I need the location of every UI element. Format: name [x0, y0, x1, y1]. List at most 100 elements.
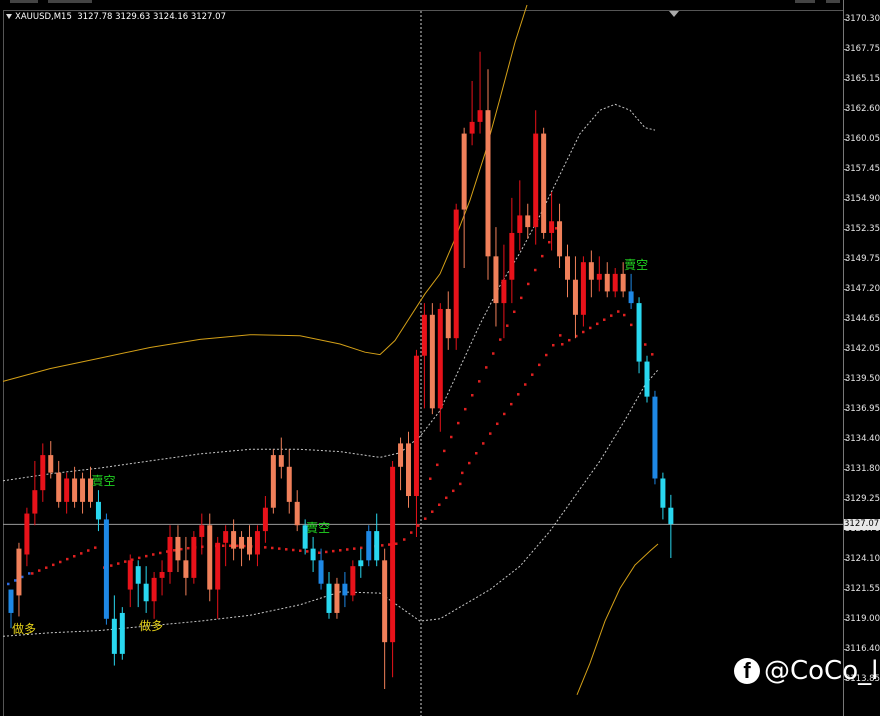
candle-body: [135, 566, 141, 584]
candle-body: [294, 501, 300, 526]
sar-dot: [475, 451, 478, 455]
sar-dot: [450, 435, 453, 439]
sar-dot: [548, 240, 551, 244]
candle-body: [159, 572, 165, 578]
price-axis-label: 3121.55: [844, 583, 880, 594]
sar-dot: [264, 546, 267, 549]
sar-dot: [589, 326, 592, 330]
sar-dot: [292, 548, 295, 552]
candle-body: [223, 531, 229, 543]
candle-body: [644, 361, 650, 397]
lower-band-line: [576, 543, 659, 695]
candle-body: [533, 133, 539, 228]
sar-dot: [538, 363, 541, 367]
price-axis[interactable]: 3170.30 3167.75 3165.15 3162.60 3160.05 3157.…: [843, 0, 880, 716]
candle-body: [286, 466, 292, 502]
sar-dot: [38, 569, 41, 572]
candle-body: [437, 308, 443, 409]
price-axis-label: 3160.05: [844, 133, 880, 144]
ohlc-values: 3127.78 3129.63 3124.16 3127.07: [77, 12, 226, 22]
sar-dot: [552, 343, 555, 347]
sar-dot: [145, 554, 148, 558]
sar-dot: [87, 549, 90, 552]
price-axis-tick: [844, 228, 847, 230]
price-axis-tick: [844, 318, 847, 320]
candle-body: [16, 548, 22, 596]
sar-dot: [59, 560, 62, 564]
sar-dot: [561, 343, 564, 346]
candle-body: [56, 472, 62, 502]
price-axis-tick: [844, 289, 847, 291]
candle-body: [80, 478, 86, 502]
candle-body: [278, 455, 284, 467]
candle-body: [64, 478, 70, 502]
price-chart[interactable]: [0, 0, 843, 716]
candle-body: [604, 273, 610, 292]
candle-body: [334, 583, 340, 613]
sar-dot: [159, 551, 162, 555]
chart-window[interactable]: XAUUSD,M15 3127.78 3129.63 3124.16 3127.…: [0, 0, 880, 716]
sar-dot: [80, 552, 83, 555]
sell-signal-label: 賣空: [624, 257, 649, 272]
price-axis-tick: [844, 379, 847, 381]
current-price-label: 3127.07: [844, 519, 880, 531]
candle-body: [557, 221, 563, 257]
sar-dot: [299, 549, 302, 552]
sar-dot: [623, 313, 626, 317]
symbol-name: XAUUSD,M15: [15, 12, 72, 22]
sar-dot: [503, 412, 506, 416]
price-axis-tick: [844, 259, 847, 261]
price-axis-tick: [844, 199, 847, 201]
candle-body: [358, 560, 364, 567]
sar-dot: [424, 517, 427, 520]
sar-dot: [617, 310, 620, 313]
candle-body: [382, 560, 388, 643]
sar-dot: [471, 394, 474, 397]
candle-body: [429, 314, 435, 409]
price-axis-label: 3165.15: [844, 74, 880, 85]
candle-body: [628, 291, 634, 304]
sar-dot: [510, 402, 513, 406]
facebook-icon: f: [734, 658, 760, 684]
price-axis-tick: [844, 138, 847, 140]
sar-dot: [582, 330, 585, 334]
sar-dot: [152, 553, 155, 556]
sar-dot: [14, 579, 17, 582]
sar-dot: [630, 323, 633, 327]
dropdown-triangle-icon[interactable]: [6, 14, 12, 19]
price-axis-label: 3170.30: [844, 14, 880, 24]
candle-body: [72, 478, 78, 502]
sar-dot: [531, 373, 534, 376]
candle-body: [453, 209, 459, 339]
chart-shift-marker-icon[interactable]: [669, 11, 679, 17]
candle-body: [366, 531, 372, 561]
candle-body: [183, 560, 189, 578]
sar-dot: [499, 338, 502, 341]
candle-body: [32, 490, 38, 514]
sar-dot: [596, 322, 599, 326]
candle-body: [254, 531, 260, 555]
upper-envelope-line: [2, 103, 656, 482]
sar-dot: [187, 546, 190, 550]
sar-dot: [124, 560, 127, 563]
candle-body: [565, 256, 570, 280]
price-axis-tick: [844, 19, 847, 20]
sar-dot: [429, 477, 432, 480]
candle-body: [549, 221, 555, 233]
candle-body: [525, 215, 531, 228]
sar-dot: [66, 557, 69, 561]
candle-body: [469, 121, 475, 134]
sar-dot: [457, 421, 460, 425]
sar-dot: [485, 366, 488, 369]
candle-body: [111, 618, 117, 654]
price-axis-label: 3119.00: [844, 613, 880, 624]
price-axis-tick: [844, 588, 847, 590]
candle-body: [151, 577, 157, 602]
candle-body: [326, 583, 332, 613]
candle-body: [270, 455, 276, 508]
price-axis-label: 3154.90: [844, 194, 880, 205]
candle-body: [477, 110, 483, 122]
candle-body: [572, 279, 578, 315]
candle-body: [199, 525, 205, 537]
candle-body: [143, 583, 149, 602]
